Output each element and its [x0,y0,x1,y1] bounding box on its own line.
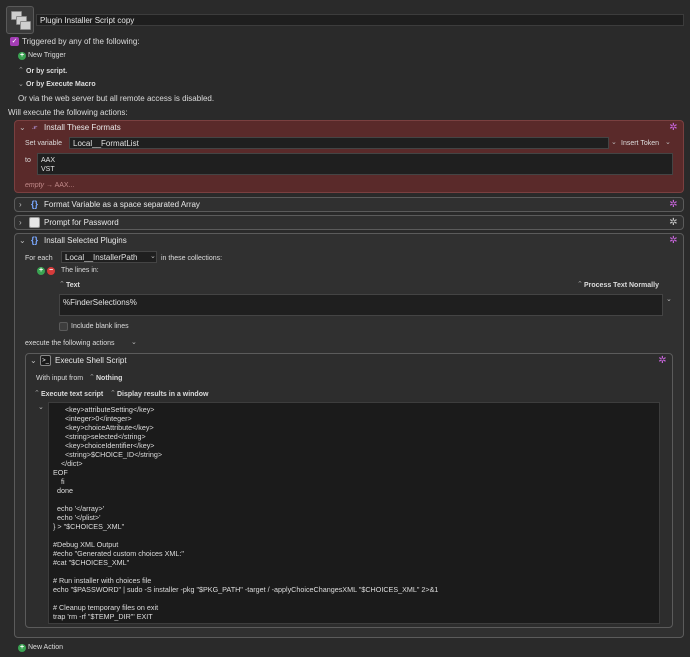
updown-icon: ⌃ [18,67,24,74]
action-format-variable[interactable]: › {} Format Variable as a space separate… [14,197,684,212]
gear-icon[interactable]: ✲ [668,217,679,228]
gear-icon[interactable]: ✲ [668,235,679,246]
new-trigger-button[interactable]: New Trigger [28,51,66,61]
set-variable-label: Set variable [25,140,62,147]
action-title[interactable]: Install Selected Plugins [44,236,127,245]
chevron-down-icon[interactable]: ⌄ [30,356,37,365]
chevron-down-icon[interactable]: ⌄ [150,252,156,260]
text-value-field[interactable]: %FinderSelections% [59,294,663,316]
for-each-label: For each [25,255,53,262]
new-action-plus-icon[interactable]: + [18,644,26,652]
triggers-heading: Triggered by any of the following: [22,37,140,46]
gear-icon[interactable]: ✲ [657,355,668,366]
updown-icon: ⌃ [577,281,583,288]
action-title[interactable]: Execute Shell Script [55,356,127,365]
web-server-note: Or via the web server but all remote acc… [18,94,215,103]
macro-icon [6,6,34,34]
action-execute-shell-script[interactable]: ⌄ >_ Execute Shell Script ✲ With input f… [25,353,673,628]
lines-in-label: The lines in: [61,267,99,274]
execute-following-label: execute the following actions [25,340,115,347]
updown-icon: ⌃ [89,374,95,381]
chevron-down-icon[interactable]: ⌄ [38,403,44,411]
action-install-plugins[interactable]: ⌄ {} Install Selected Plugins ✲ For each… [14,233,684,638]
empty-label: empty [25,182,45,189]
with-input-from-label: With input from [36,375,84,382]
updown-icon: ⌃ [110,390,116,397]
remove-collection-icon[interactable]: − [47,267,55,275]
for-each-variable-field[interactable]: Local__InstallerPath [61,251,157,263]
action-prompt-password[interactable]: › Prompt for Password ✲ [14,215,684,230]
new-action-button[interactable]: New Action [28,643,63,653]
braces-icon: {} [30,199,38,209]
macro-name-field[interactable]: Plugin Installer Script copy [36,14,684,26]
triggered-checkbox[interactable]: ✓ [10,37,19,46]
empty-hint: empty → AAX... [25,182,75,189]
updown-icon: ⌃ [59,281,65,288]
variable-x-icon: 𝓍 [32,122,37,132]
chevron-down-icon[interactable]: ⌄ [19,236,26,245]
chevron-down-icon: ⌄ [18,81,24,88]
execute-mode-popup[interactable]: Execute text script [41,390,103,400]
chevron-right-icon[interactable]: › [19,200,22,209]
chevron-down-icon[interactable]: ⌄ [611,138,617,146]
action-title[interactable]: Format Variable as a space separated Arr… [44,200,200,209]
chevron-down-icon[interactable]: ⌄ [666,295,672,303]
updown-icon: ⌃ [34,390,40,397]
new-trigger-plus-icon[interactable]: + [18,52,26,60]
in-collections-label: in these collections: [161,255,223,262]
action-title[interactable]: Prompt for Password [44,218,119,227]
chevron-down-icon[interactable]: ⌄ [131,338,137,346]
terminal-icon: >_ [40,355,51,366]
gear-icon[interactable]: ✲ [668,199,679,210]
window-icon [29,217,40,228]
process-text-popup[interactable]: Process Text Normally [584,281,659,291]
chevron-right-icon[interactable]: › [19,218,22,227]
variable-name-field[interactable]: Local__FormatList [69,137,609,149]
empty-arrow-hint: AAX... [54,182,75,189]
value-line: VST [41,166,55,173]
include-blank-checkbox[interactable] [59,322,68,331]
action-install-formats[interactable]: ⌄ 𝓍 Install These Formats ✲ Set variable… [14,120,684,193]
gear-icon[interactable]: ✲ [668,122,679,133]
braces-icon: {} [30,235,38,245]
display-mode-popup[interactable]: Display results in a window [117,390,208,400]
chevron-down-icon[interactable]: ⌄ [665,138,671,146]
include-blank-label: Include blank lines [71,323,129,330]
input-source-popup[interactable]: Nothing [96,374,122,384]
chevron-down-icon[interactable]: ⌄ [19,123,26,132]
insert-token-button[interactable]: Insert Token [621,139,659,149]
value-line: AAX [41,157,56,164]
add-collection-icon[interactable]: + [37,267,45,275]
action-title[interactable]: Install These Formats [44,123,121,132]
shell-script-editor[interactable]: <key>attributeSetting</key> <integer>0</… [48,402,660,624]
text-source-popup[interactable]: Text [66,281,80,291]
variable-value-textarea[interactable]: AAX VST [37,153,673,175]
or-by-execute-macro-option[interactable]: Or by Execute Macro [26,80,96,90]
or-by-script-option[interactable]: Or by script. [26,67,67,77]
actions-heading: Will execute the following actions: [8,108,128,117]
to-label: to [25,157,31,164]
